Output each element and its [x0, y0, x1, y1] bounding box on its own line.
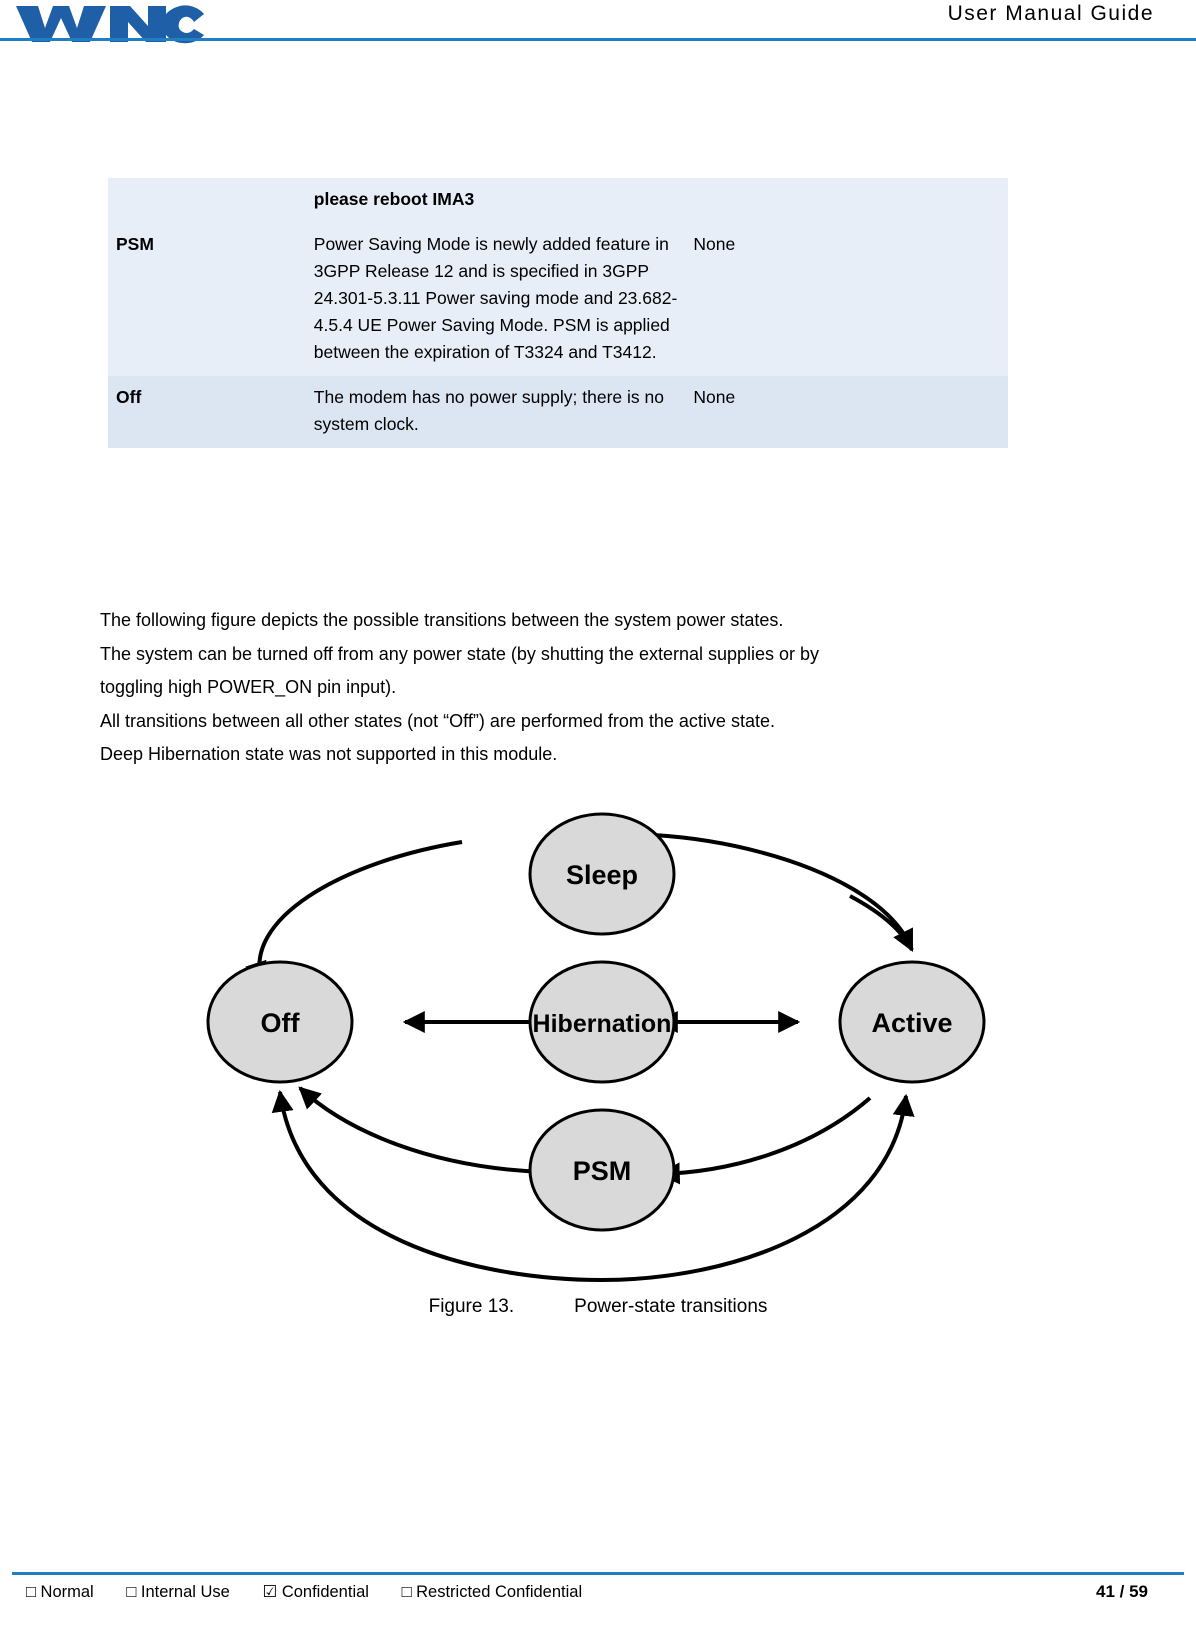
- page-number: 41 / 59: [1096, 1582, 1148, 1601]
- table-cell-state: PSM: [116, 234, 154, 254]
- body-line: toggling high POWER_ON pin input).: [100, 677, 397, 697]
- diagram-node-active-label: Active: [871, 1008, 952, 1038]
- figure-caption: Figure 13. Power-state transitions: [0, 1296, 1196, 1318]
- footer-rule: [12, 1572, 1184, 1575]
- page-header: User Manual Guide: [0, 0, 1196, 52]
- table-cell-wakeup: None: [693, 234, 736, 254]
- table-row: Off The modem has no power supply; there…: [108, 376, 1008, 448]
- diagram-node-hibernation-label: Hibernation: [533, 1010, 672, 1038]
- table-cell-state: [108, 178, 306, 223]
- figure-number: Figure 13.: [428, 1296, 515, 1317]
- table-cell-state: Off: [116, 387, 142, 407]
- diagram-node-sleep-label: Sleep: [566, 860, 638, 890]
- diagram-node-psm-label: PSM: [573, 1156, 632, 1186]
- diagram-node-off-label: Off: [261, 1008, 301, 1038]
- body-line: All transitions between all other states…: [100, 710, 775, 731]
- mark-normal: □ Normal: [26, 1583, 94, 1601]
- mark-confidential: ☑ Confidential: [262, 1583, 369, 1601]
- page-footer: □ Normal □ Internal Use ☑ Confidential □…: [0, 1582, 1196, 1616]
- figure-title: Power-state transitions: [574, 1296, 768, 1317]
- table-cell-description: Power Saving Mode is newly added feature…: [313, 234, 678, 362]
- body-line: Deep Hibernation state was not supported…: [100, 744, 558, 764]
- confidentiality-marks: □ Normal □ Internal Use ☑ Confidential □…: [26, 1582, 610, 1602]
- table-cell-wakeup: [685, 178, 1008, 223]
- body-paragraph: The following figure depicts the possibl…: [100, 604, 1110, 772]
- table-row: please reboot IMA3: [108, 178, 1008, 223]
- header-rule-left: [0, 38, 228, 41]
- body-line: The following figure depicts the possibl…: [100, 610, 784, 630]
- mark-internal-use: □ Internal Use: [126, 1583, 230, 1601]
- header-title: User Manual Guide: [947, 2, 1154, 25]
- power-states-table: please reboot IMA3 PSM Power Saving Mode…: [108, 178, 1008, 448]
- table-cell-description: please reboot IMA3: [313, 189, 475, 209]
- header-rule: [228, 38, 1196, 41]
- table-cell-wakeup: None: [693, 387, 736, 407]
- power-state-diagram: Sleep Off Hibernation Active PSM: [150, 800, 1050, 1300]
- mark-restricted-confidential: □ Restricted Confidential: [401, 1583, 583, 1601]
- table-cell-description: The modem has no power supply; there is …: [313, 387, 664, 434]
- table-row: PSM Power Saving Mode is newly added fea…: [108, 223, 1008, 376]
- body-line: The system can be turned off from any po…: [100, 643, 820, 664]
